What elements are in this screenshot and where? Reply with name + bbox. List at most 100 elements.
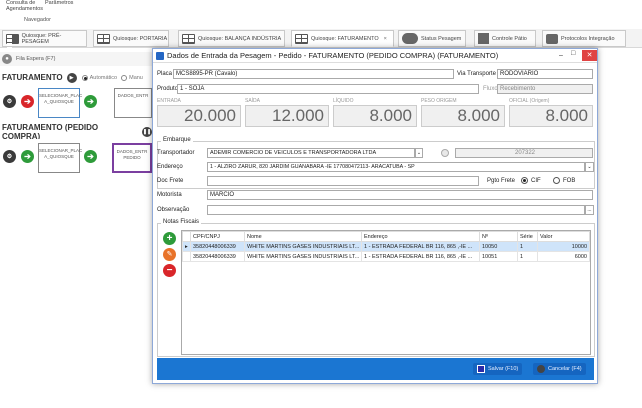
fob-label: FOB: [563, 178, 576, 184]
q1-flow: ⚙ ➔ SELECIONAR_PLAC A_QUIOSQUE ➔ DADOS_E…: [0, 84, 152, 120]
close-button[interactable]: ✕: [582, 50, 597, 61]
cell-serie[interactable]: 1: [517, 251, 538, 262]
auto-radio[interactable]: [81, 74, 88, 81]
ribbon-parametros[interactable]: Parâmetros: [45, 0, 73, 6]
q2-header: FATURAMENTO (PEDIDO COMPRA) ❚❚: [2, 123, 152, 141]
placa-field[interactable]: MCS8895-PR (Cavalo): [173, 69, 454, 79]
arrow-green-icon[interactable]: ➔: [84, 95, 97, 108]
tab-pre-pesagem[interactable]: Quiosque: PRÉ-PESAGEM: [2, 30, 87, 50]
tab-label: Quiosque: FATURAMENTO: [311, 35, 379, 42]
cell-cnpj[interactable]: 35820448006339: [190, 241, 245, 252]
add-icon[interactable]: +: [163, 232, 176, 245]
cell-numero[interactable]: 10051: [479, 251, 518, 262]
saida-label: SAÍDA: [245, 98, 261, 104]
saida-field: 12.000: [245, 105, 329, 127]
fila-espera-bar[interactable]: ● Fila Espera (F7): [0, 52, 152, 66]
transportador-label: Transportador: [157, 150, 195, 156]
cell-cnpj[interactable]: 35820448006339: [190, 251, 245, 262]
tab-portaria[interactable]: Quiosque: PORTARIA: [93, 30, 169, 47]
q2-step-selecionar-placa[interactable]: SELECIONAR_PLAC A_QUIOSQUE: [38, 143, 82, 173]
observacao-ellipsis-button[interactable]: ...: [585, 205, 594, 215]
cancelar-button[interactable]: Cancelar (F4): [533, 363, 586, 375]
remove-icon[interactable]: −: [163, 264, 176, 277]
manual-radio[interactable]: [121, 74, 128, 81]
tab-status-pesagem[interactable]: Status Pesagem: [398, 30, 466, 47]
col-cpf-cnpj[interactable]: CPF/CNPJ: [190, 231, 245, 242]
row-marker: ▸: [182, 241, 191, 252]
grid-icon: [6, 33, 19, 50]
cell-nome[interactable]: WHITE MARTINS GASES INDUSTRIAIS LT...: [244, 241, 362, 252]
q1-step-dados-entrada[interactable]: DADOS_ENTR: [114, 88, 152, 118]
oficial-origem-field: 8.000: [509, 105, 593, 127]
grid-icon: [182, 33, 195, 44]
doc-frete-field[interactable]: [207, 176, 479, 186]
col-marker: [182, 231, 191, 242]
endereco-field[interactable]: 1 - ALZIRO ZARUR, 820 JARDIM GUANABARA -…: [207, 162, 585, 172]
tab-label: Quiosque: PORTARIA: [113, 35, 168, 42]
fluxo-field: Recebimento: [497, 84, 593, 94]
tab-balanca-industria[interactable]: Quiosque: BALANÇA INDÚSTRIA: [178, 30, 285, 47]
arrow-green-icon[interactable]: ➔: [84, 150, 97, 163]
grid-header-row: CPF/CNPJ Nome Endereço Nº Série Valor: [182, 231, 590, 242]
cell-endereco[interactable]: 1 - ESTRADA FEDERAL BR 116, 865 ,-IE ...: [361, 241, 480, 252]
q1-step-selecionar-placa[interactable]: SELECIONAR_PLAC A_QUIOSQUE: [38, 88, 82, 118]
salvar-button[interactable]: Salvar (F10): [473, 363, 523, 375]
oficial-origem-label: OFICIAL (Origem): [509, 98, 550, 104]
cell-endereco[interactable]: 1 - ESTRADA FEDERAL BR 116, 865 ,-IE ...: [361, 251, 480, 262]
cif-radio[interactable]: [521, 177, 528, 184]
dialog-footer: Salvar (F10) Cancelar (F4): [157, 358, 594, 380]
via-transporte-field[interactable]: RODOVIARIO: [497, 69, 593, 79]
col-valor[interactable]: Valor: [537, 231, 590, 242]
dialog-titlebar: Dados de Entrada da Pesagem - Pedido - F…: [153, 49, 597, 63]
table-row[interactable]: ▸ 35820448006339 WHITE MARTINS GASES IND…: [182, 241, 590, 252]
arrow-green-icon[interactable]: ➔: [21, 150, 34, 163]
pgto-frete-label: Pgto Frete: [487, 178, 516, 184]
edit-icon[interactable]: ✎: [163, 248, 176, 261]
endereco-label: Endereço: [157, 164, 183, 170]
produto-field[interactable]: 1 - SOJA: [177, 84, 479, 94]
arrow-red-icon[interactable]: ➔: [21, 95, 34, 108]
fob-radio[interactable]: [553, 177, 560, 184]
produto-label: Produto: [157, 86, 179, 92]
fila-espera-label: Fila Espera (F7): [16, 56, 56, 62]
ribbon-consulta-agendamentos[interactable]: Consulta de Agendamentos: [6, 0, 46, 12]
cell-numero[interactable]: 10050: [479, 241, 518, 252]
q2-step-dados-entrada-pedido[interactable]: DADOS_ENTR PEDIDO: [112, 143, 152, 173]
endereco-dropdown[interactable]: ⌄: [585, 162, 594, 172]
tab-faturamento[interactable]: Quiosque: FATURAMENTO ×: [291, 30, 394, 47]
cell-serie[interactable]: 1: [517, 241, 538, 252]
col-nome[interactable]: Nome: [244, 231, 362, 242]
table-row[interactable]: 35820448006339 WHITE MARTINS GASES INDUS…: [182, 251, 590, 262]
maximize-button[interactable]: □: [571, 50, 575, 57]
col-endereco[interactable]: Endereço: [361, 231, 480, 242]
motorista-field[interactable]: MARCIO: [207, 190, 593, 200]
cell-nome[interactable]: WHITE MARTINS GASES INDUSTRIAIS LT...: [244, 251, 362, 262]
tab-close-icon[interactable]: ×: [384, 36, 387, 42]
via-transporte-label: Via Transporte: [457, 71, 496, 77]
observacao-field[interactable]: [207, 205, 585, 215]
cell-valor[interactable]: 6000: [537, 251, 590, 262]
play-icon[interactable]: ▶: [66, 72, 77, 83]
tab-protocolos-integracao[interactable]: Protocolos Integração: [542, 30, 626, 47]
col-serie[interactable]: Série: [517, 231, 538, 242]
cell-valor[interactable]: 10000: [537, 241, 590, 252]
fluxo-label: Fluxo: [483, 86, 498, 92]
q1-title: FATURAMENTO: [2, 73, 63, 82]
doc-frete-label: Doc Frete: [157, 178, 184, 184]
manual-label: Manu: [129, 74, 143, 81]
app-icon: [156, 51, 164, 60]
col-numero[interactable]: Nº: [479, 231, 518, 242]
tab-label: Quiosque: PRÉ-PESAGEM: [21, 32, 62, 45]
tab-controle-patio[interactable]: Controle Pátio: [474, 30, 536, 47]
liquido-field: 8.000: [333, 105, 417, 127]
cancelar-label: Cancelar (F4): [548, 366, 582, 372]
notas-fiscais-legend: Notas Fiscais: [161, 219, 202, 225]
minimize-button[interactable]: –: [559, 52, 563, 59]
transportador-dropdown[interactable]: ⌄: [415, 148, 423, 158]
transportador-code: 207322: [455, 148, 593, 158]
search-icon[interactable]: [441, 149, 449, 157]
chart-icon: [478, 33, 489, 44]
grid-icon: [97, 33, 110, 44]
pause-icon[interactable]: ❚❚: [142, 127, 152, 137]
transportador-field[interactable]: ADEMIR COMERCIO DE VEICULOS E TRANSPORTA…: [207, 148, 415, 158]
